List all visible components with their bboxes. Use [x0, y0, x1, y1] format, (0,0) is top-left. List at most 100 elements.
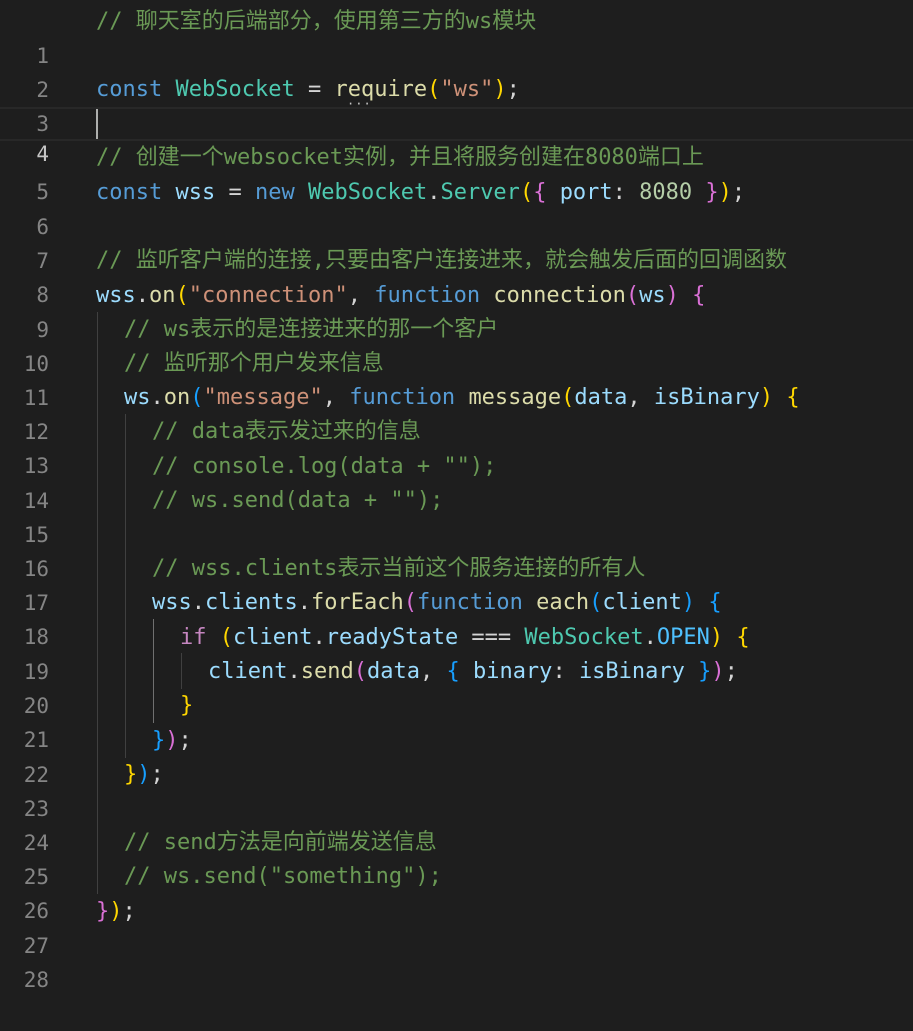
bracket: (: [625, 283, 640, 308]
bracket: }: [705, 180, 719, 205]
code-line[interactable]: 1 // 聊天室的后端部分，使用第三方的ws模块: [0, 5, 913, 68]
code-line[interactable]: 17 // wss.clients表示当前这个服务连接的所有人: [0, 552, 913, 615]
function-call: forEach: [310, 590, 404, 615]
comment: // ws.send("something");: [124, 864, 442, 889]
bracket: {: [708, 590, 722, 615]
keyword: new: [254, 180, 295, 205]
code-line[interactable]: 28: [0, 929, 913, 992]
bracket: (: [561, 385, 575, 410]
code-line[interactable]: 24: [0, 792, 913, 855]
string: "connection": [188, 283, 348, 308]
bracket: }: [96, 899, 110, 924]
code-line[interactable]: 22 });: [0, 724, 913, 787]
code-line[interactable]: 3 const WebSocket = require("ws");: [0, 73, 913, 136]
bracket: (: [175, 283, 189, 308]
property: binary: [472, 659, 553, 684]
punctuation: ,: [322, 385, 350, 410]
comment: // wss.clients表示当前这个服务连接的所有人: [152, 556, 646, 581]
code-line[interactable]: 12 ws.on("message", function message(dat…: [0, 381, 913, 444]
keyword: const: [96, 77, 163, 102]
operator: =: [294, 77, 335, 102]
class-name: WebSocket: [175, 77, 295, 102]
code-line[interactable]: 8 // 监听客户端的连接,只要由客户连接进来，就会触发后面的回调函数: [0, 244, 913, 307]
comment: // 创建一个websocket实例，并且将服务创建在8080端口上: [96, 145, 704, 170]
code-line[interactable]: 19 if (client.readyState === WebSocket.O…: [0, 621, 913, 684]
punctuation: ;: [724, 659, 738, 684]
punctuation: ;: [178, 728, 192, 753]
keyword: function: [374, 283, 481, 308]
bracket: ): [165, 728, 179, 753]
variable: data: [366, 659, 420, 684]
code-line[interactable]: 25 // send方法是向前端发送信息: [0, 826, 913, 889]
code-line[interactable]: 27 });: [0, 895, 913, 958]
punctuation: .: [312, 625, 326, 650]
variable: wss: [175, 180, 216, 205]
code-line[interactable]: 14 // console.log(data + "");: [0, 450, 913, 513]
punctuation: .: [191, 590, 205, 615]
variable: wss: [152, 590, 192, 615]
code-line[interactable]: 9 wss.on("connection", function connecti…: [0, 279, 913, 342]
bracket: (: [519, 180, 534, 205]
code-line[interactable]: 10 // ws表示的是连接进来的那一个客户: [0, 313, 913, 376]
function-name: connection: [493, 283, 626, 308]
parameter: data: [574, 385, 628, 410]
bracket: }: [180, 693, 194, 718]
code-editor[interactable]: 1 // 聊天室的后端部分，使用第三方的ws模块 2 3 const WebSo…: [0, 0, 913, 992]
code-line[interactable]: 20 client.send(data, { binary: isBinary …: [0, 655, 913, 718]
property: readyState: [325, 625, 459, 650]
bracket: ): [709, 625, 724, 650]
code-line[interactable]: 16: [0, 518, 913, 581]
variable: client: [208, 659, 288, 684]
bracket: {: [692, 283, 706, 308]
code-line[interactable]: 15 // ws.send(data + "");: [0, 484, 913, 547]
code-line[interactable]: 26 // ws.send("something");: [0, 860, 913, 923]
code-line[interactable]: 18 wss.clients.forEach(function each(cli…: [0, 586, 913, 649]
code-line[interactable]: 23 });: [0, 758, 913, 821]
keyword: const: [96, 180, 163, 205]
code-line[interactable]: 6 const wss = new WebSocket.Server({ por…: [0, 176, 913, 239]
bracket: (: [219, 625, 233, 650]
code-line[interactable]: 11 // 监听那个用户发来信息: [0, 347, 913, 410]
code-line-current[interactable]: 4: [0, 107, 913, 166]
bracket: ): [681, 590, 696, 615]
comment: // console.log(data + "");: [152, 454, 497, 479]
bracket: }: [152, 728, 166, 753]
variable: isBinary: [578, 659, 685, 684]
bracket: ): [759, 385, 774, 410]
punctuation: .: [427, 180, 441, 205]
function-name: each: [536, 590, 590, 615]
variable: wss: [96, 283, 136, 308]
punctuation: .: [287, 659, 301, 684]
bracket: {: [533, 180, 547, 205]
code-line[interactable]: 7: [0, 210, 913, 273]
bracket: (: [190, 385, 204, 410]
code-line[interactable]: 5 // 创建一个websocket实例，并且将服务创建在8080端口上: [0, 141, 913, 204]
property: clients: [205, 590, 298, 615]
bracket: ): [711, 659, 725, 684]
code-line[interactable]: 13 // data表示发过来的信息: [0, 415, 913, 478]
bracket: {: [736, 625, 750, 650]
bracket: ): [718, 180, 732, 205]
code-line[interactable]: 21 }: [0, 689, 913, 752]
punctuation: ,: [419, 659, 447, 684]
control-keyword: if: [180, 625, 207, 650]
class-name: WebSocket: [524, 625, 644, 650]
bracket: (: [403, 590, 417, 615]
code-line[interactable]: 2: [0, 39, 913, 102]
operator: =: [215, 180, 255, 205]
variable: ws: [124, 385, 151, 410]
bracket: (: [427, 77, 441, 102]
function-call: send: [300, 659, 354, 684]
punctuation: :: [612, 180, 640, 205]
punctuation: ;: [122, 899, 136, 924]
bracket: ): [665, 283, 679, 308]
